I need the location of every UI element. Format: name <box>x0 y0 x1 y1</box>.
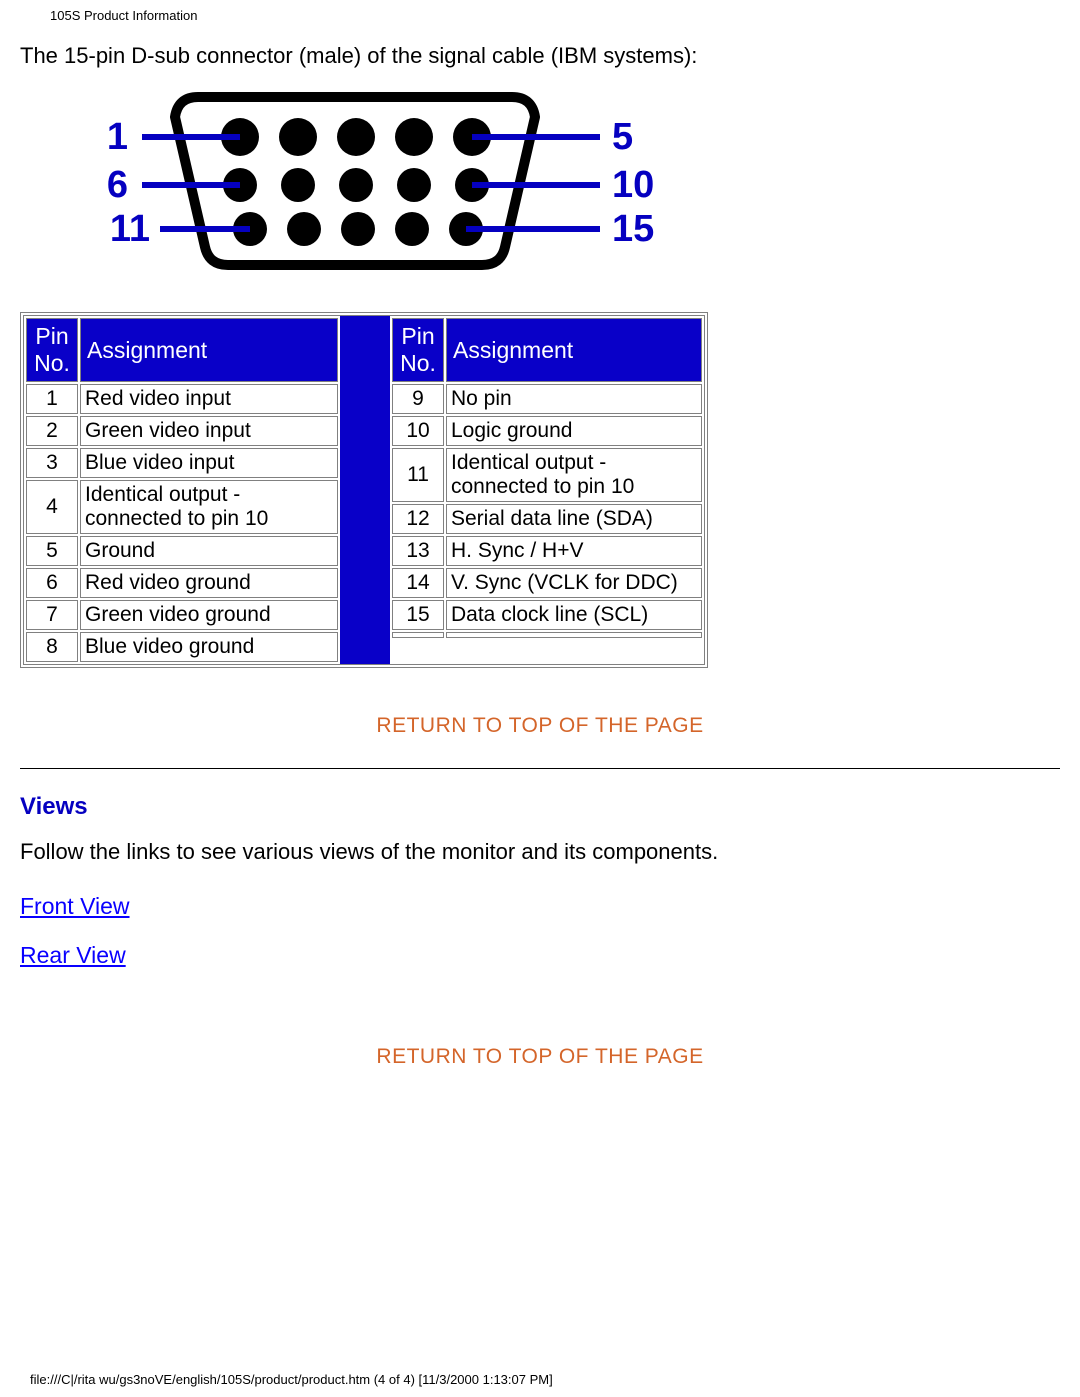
table-cell: 14 <box>392 568 444 598</box>
table-cell: 15 <box>392 600 444 630</box>
col-header-pin: Pin No. <box>26 318 78 382</box>
table-cell: Blue video ground <box>80 632 338 662</box>
section-divider <box>20 768 1060 769</box>
table-cell: 9 <box>392 384 444 414</box>
pin-table-left: Pin No. Assignment 1Red video input 2Gre… <box>24 316 340 664</box>
table-cell <box>446 632 702 638</box>
table-cell: Ground <box>80 536 338 566</box>
front-view-link[interactable]: Front View <box>20 893 130 920</box>
table-cell: 4 <box>26 480 78 534</box>
pin-label-10: 10 <box>612 164 654 206</box>
table-gap <box>340 316 390 664</box>
pin-label-11: 11 <box>110 208 150 250</box>
table-cell: H. Sync / H+V <box>446 536 702 566</box>
table-cell: 3 <box>26 448 78 478</box>
table-cell: 1 <box>26 384 78 414</box>
table-cell: Data clock line (SCL) <box>446 600 702 630</box>
pin-table-right: Pin No. Assignment 9No pin 10Logic groun… <box>390 316 704 640</box>
table-cell <box>392 632 444 638</box>
table-cell: Green video input <box>80 416 338 446</box>
col-header-assign: Assignment <box>80 318 338 382</box>
table-cell: 2 <box>26 416 78 446</box>
views-description: Follow the links to see various views of… <box>20 839 1060 865</box>
col-header-pin: Pin No. <box>392 318 444 382</box>
table-cell: Serial data line (SDA) <box>446 504 702 534</box>
rear-view-link[interactable]: Rear View <box>20 942 126 969</box>
table-cell: Red video input <box>80 384 338 414</box>
return-to-top-link[interactable]: RETURN TO TOP OF THE PAGE <box>20 1045 1060 1069</box>
table-cell: 7 <box>26 600 78 630</box>
pin-label-1: 1 <box>107 116 128 158</box>
table-cell: 11 <box>392 448 444 502</box>
page-header: 105S Product Information <box>20 0 1060 29</box>
table-cell: 8 <box>26 632 78 662</box>
dsub-connector-diagram: 1 6 11 5 10 15 <box>80 87 680 277</box>
table-cell: 6 <box>26 568 78 598</box>
table-cell: Logic ground <box>446 416 702 446</box>
table-cell: 12 <box>392 504 444 534</box>
table-cell: 13 <box>392 536 444 566</box>
return-to-top-link[interactable]: RETURN TO TOP OF THE PAGE <box>20 714 1060 738</box>
pin-assignment-table: Pin No. Assignment 1Red video input 2Gre… <box>20 312 708 668</box>
table-cell: 10 <box>392 416 444 446</box>
intro-text: The 15-pin D-sub connector (male) of the… <box>20 43 1060 69</box>
col-header-assign: Assignment <box>446 318 702 382</box>
table-cell: 5 <box>26 536 78 566</box>
views-heading: Views <box>20 793 1060 821</box>
table-cell: Identical output - connected to pin 10 <box>446 448 702 502</box>
table-cell: Identical output - connected to pin 10 <box>80 480 338 534</box>
connector-svg: 1 6 11 5 10 15 <box>80 87 680 277</box>
table-cell: V. Sync (VCLK for DDC) <box>446 568 702 598</box>
pin-label-6: 6 <box>107 164 128 206</box>
table-cell: Red video ground <box>80 568 338 598</box>
table-cell: Blue video input <box>80 448 338 478</box>
pin-label-5: 5 <box>612 116 633 158</box>
table-cell: No pin <box>446 384 702 414</box>
table-cell: Green video ground <box>80 600 338 630</box>
page-footer-path: file:///C|/rita wu/gs3noVE/english/105S/… <box>0 1372 1080 1387</box>
pin-label-15: 15 <box>612 208 654 250</box>
